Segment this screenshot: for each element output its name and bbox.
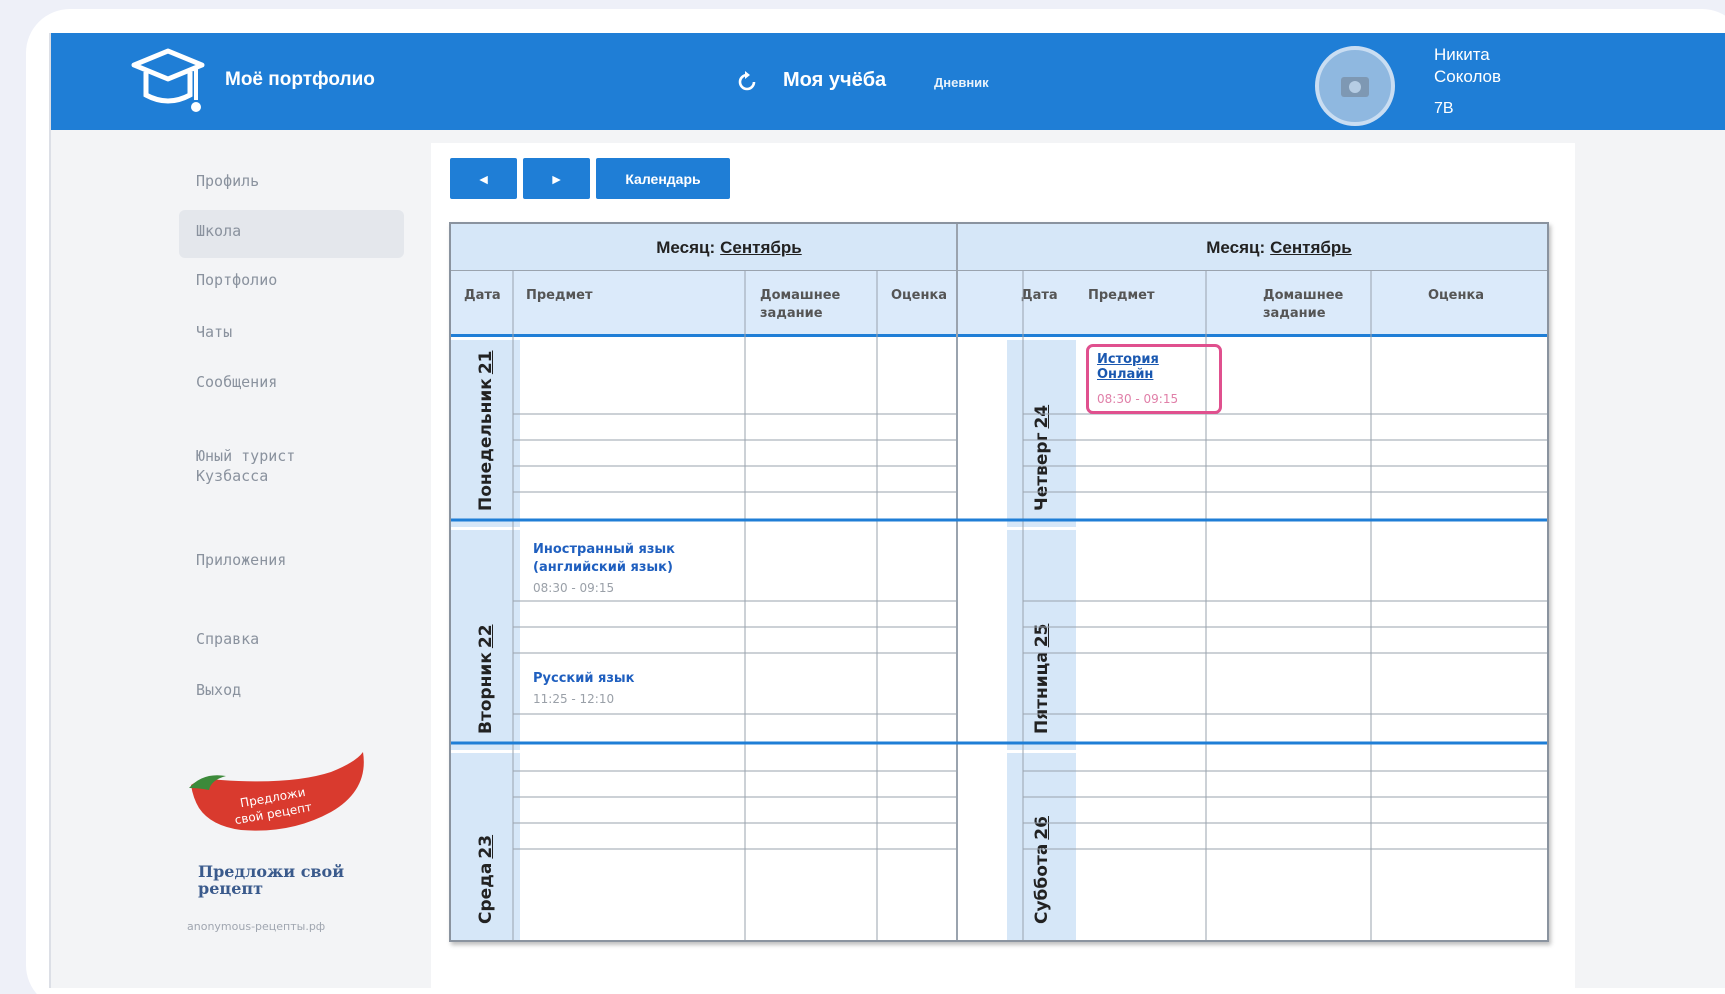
graduation-cap-icon[interactable] (128, 45, 208, 117)
lesson-time: 08:30 - 09:15 (1097, 392, 1179, 406)
app-title[interactable]: Моё портфолио (225, 69, 375, 91)
sidebar-item-messages[interactable]: Сообщения (196, 373, 277, 391)
lesson-tuesday-2[interactable]: Русский язык 11:25 - 12:10 (533, 670, 733, 706)
promo-url[interactable]: anonymous-рецепты.рф (187, 920, 325, 933)
sidebar-item-portfolio[interactable]: Портфолио (196, 271, 277, 289)
promo-title[interactable]: Предложи свой рецепт (198, 863, 398, 897)
schedule-table: Месяц: Сентябрь Месяц: Сентябрь Дата Пре… (449, 222, 1549, 942)
app-window: Моё портфолио Моя учёба Дневник Никита С… (49, 33, 1725, 988)
sidebar-item-young-tourist[interactable]: Юный турист Кузбасса (196, 446, 366, 486)
lesson-time: 11:25 - 12:10 (533, 692, 615, 706)
pepper-promo-banner[interactable]: Предложи свой рецепт (181, 750, 371, 840)
prev-week-button[interactable]: ◄ (450, 158, 517, 199)
sidebar-item-apps[interactable]: Приложения (196, 551, 286, 569)
lesson-time: 08:30 - 09:15 (533, 581, 615, 595)
lesson-name: История Онлайн (1097, 352, 1159, 382)
sidebar-item-help[interactable]: Справка (196, 630, 259, 648)
lesson-name: Русский язык (533, 671, 635, 686)
user-last-name: Соколов (1434, 67, 1502, 86)
calendar-button[interactable]: Календарь (596, 158, 730, 199)
refresh-icon[interactable] (735, 70, 759, 94)
avatar[interactable] (1315, 46, 1395, 126)
user-class: 7В (1434, 100, 1454, 117)
lesson-name: Иностранный язык (английский язык) (533, 542, 675, 575)
lesson-tuesday-1[interactable]: Иностранный язык (английский язык) 08:30… (533, 541, 733, 595)
camera-icon (1341, 77, 1369, 97)
user-first-name: Никита (1434, 45, 1490, 64)
sidebar-item-school[interactable]: Школа (179, 210, 404, 258)
diary-panel: ◄ ► Календарь Месяц: Сентябрь Месяц: Сен… (431, 143, 1575, 988)
sidebar-item-chats[interactable]: Чаты (196, 323, 232, 341)
app-header: Моё портфолио Моя учёба Дневник Никита С… (51, 33, 1725, 130)
nav-diary-link[interactable]: Дневник (934, 75, 989, 90)
sidebar: Профиль Школа Портфолио Чаты Сообщения Ю… (51, 130, 421, 988)
sidebar-item-logout[interactable]: Выход (196, 681, 241, 699)
next-week-button[interactable]: ► (523, 158, 590, 199)
nav-title[interactable]: Моя учёба (783, 69, 886, 92)
lesson-thursday-1[interactable]: История Онлайн 08:30 - 09:15 (1086, 344, 1222, 414)
sidebar-item-profile[interactable]: Профиль (196, 172, 259, 190)
